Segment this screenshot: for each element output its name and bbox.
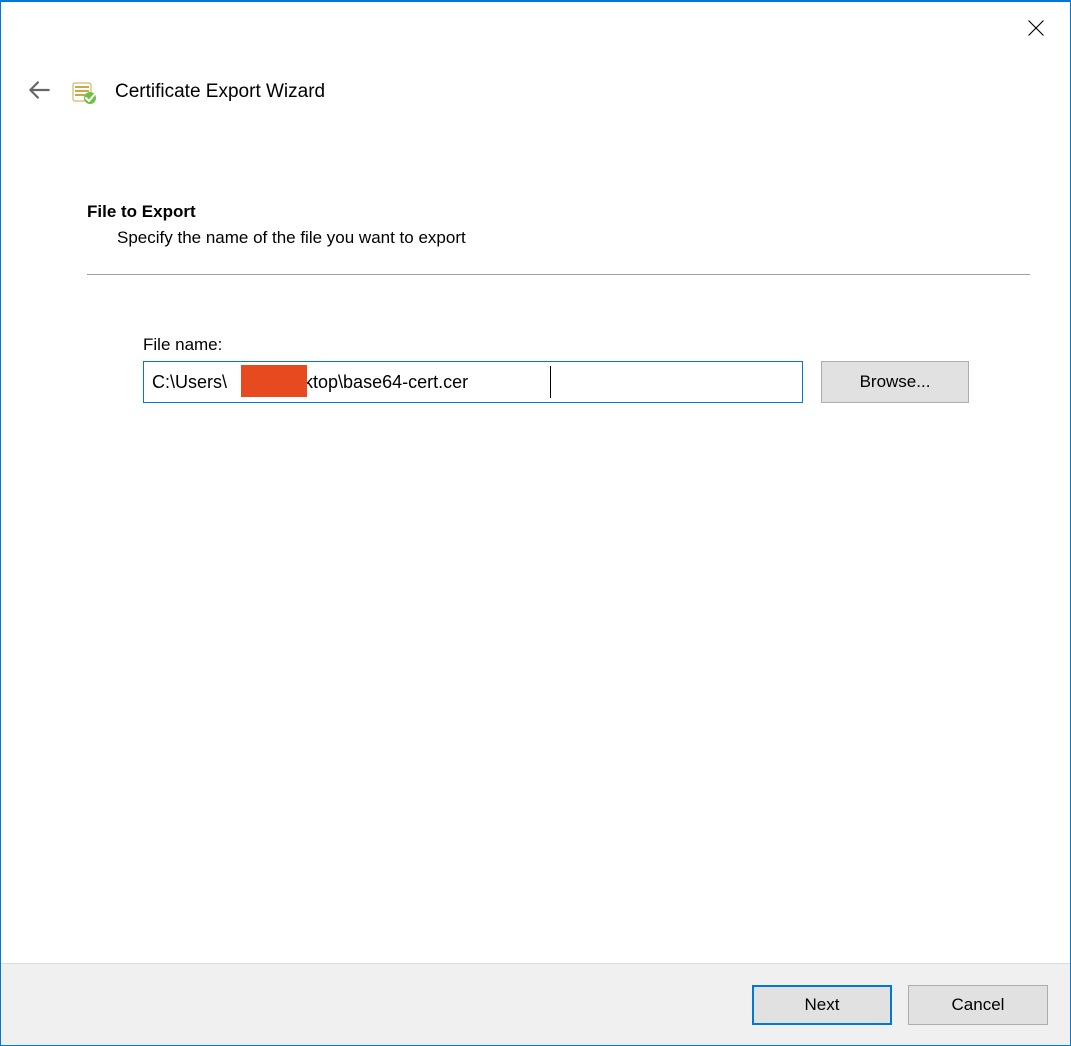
file-name-input-wrap (143, 361, 803, 403)
wizard-content: File to Export Specify the name of the f… (1, 112, 1070, 963)
wizard-title: Certificate Export Wizard (115, 81, 325, 103)
file-name-block: File name: Browse... (143, 335, 1030, 403)
arrow-left-icon (26, 77, 52, 107)
close-icon (1026, 18, 1046, 42)
title-row: Certificate Export Wizard (25, 78, 325, 106)
section-divider (87, 274, 1030, 275)
wizard-header: Certificate Export Wizard (1, 2, 1070, 112)
text-caret (550, 366, 551, 398)
cancel-button[interactable]: Cancel (908, 985, 1048, 1025)
file-name-row: Browse... (143, 361, 1030, 403)
wizard-window: Certificate Export Wizard File to Export… (0, 0, 1071, 1046)
section-heading: File to Export (87, 202, 1030, 222)
file-name-label: File name: (143, 335, 1030, 355)
section-description: Specify the name of the file you want to… (117, 228, 1030, 248)
browse-button[interactable]: Browse... (821, 361, 969, 403)
next-button[interactable]: Next (752, 985, 892, 1025)
redacted-block (241, 365, 307, 397)
certificate-wizard-icon (71, 79, 97, 105)
back-button[interactable] (25, 78, 53, 106)
wizard-footer: Next Cancel (1, 963, 1070, 1045)
close-button[interactable] (1014, 12, 1058, 48)
